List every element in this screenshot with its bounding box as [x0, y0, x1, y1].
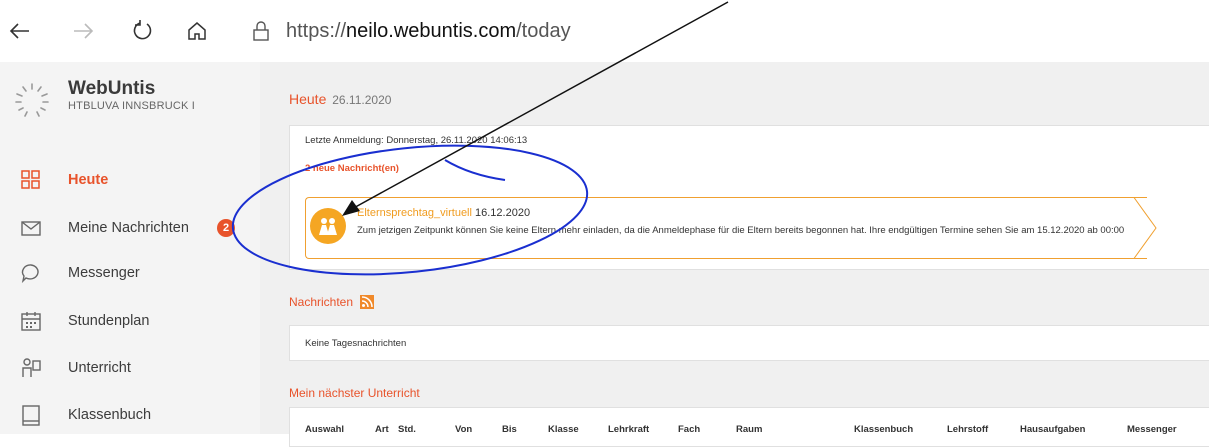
- browser-toolbar: https://neilo.webuntis.com/today: [0, 0, 1209, 62]
- teacher-icon: [22, 358, 41, 377]
- table-header-bis: Bis: [502, 424, 517, 435]
- table-header-fach: Fach: [678, 424, 701, 435]
- news-title: Nachrichten: [289, 295, 375, 309]
- news-title-text: Nachrichten: [289, 295, 354, 309]
- sidebar-item-label: Meine Nachrichten: [68, 220, 189, 236]
- url-prefix: https://: [286, 20, 347, 42]
- notice-title[interactable]: Elternsprechtag_virtuell: [357, 207, 472, 219]
- table-header-auswahl: Auswahl: [305, 424, 345, 435]
- brand-name: WebUntis: [68, 78, 156, 99]
- sidebar-item-heute[interactable]: Heute: [0, 157, 260, 203]
- sidebar-item-label: Unterricht: [68, 360, 131, 376]
- next-lesson-title: Mein nächster Unterricht: [289, 386, 420, 400]
- notice-header: Elternsprechtag_virtuell 16.12.2020: [357, 207, 530, 219]
- parents-meeting-icon: [310, 208, 346, 244]
- page-title-text: Heute: [289, 91, 327, 107]
- lock-icon: [253, 21, 269, 41]
- forward-button[interactable]: [70, 18, 96, 44]
- sidebar-item-messenger[interactable]: Messenger: [0, 250, 260, 296]
- address-bar[interactable]: https://neilo.webuntis.com/today: [286, 20, 571, 43]
- sidebar-item-stundenplan[interactable]: Stundenplan: [0, 298, 260, 344]
- table-header-std: Std.: [398, 424, 416, 435]
- page-title: Heute 26.11.2020: [289, 91, 391, 107]
- back-arrow-icon: [9, 23, 29, 39]
- back-button[interactable]: [7, 18, 33, 44]
- url-path: /today: [516, 20, 571, 42]
- sidebar-item-meine-nachrichten[interactable]: Meine Nachrichten 2: [0, 205, 260, 251]
- lock-button[interactable]: [248, 18, 274, 44]
- unread-badge: 2: [217, 219, 235, 237]
- calendar-icon: [21, 312, 41, 331]
- home-icon: [188, 22, 206, 40]
- last-login-text: Letzte Anmeldung: Donnerstag, 26.11.2020…: [305, 135, 528, 146]
- table-header-klassenbuch: Klassenbuch: [854, 424, 914, 435]
- news-panel: [289, 325, 1209, 361]
- sidebar-item-label: Klassenbuch: [68, 407, 152, 423]
- reload-icon: [133, 20, 152, 40]
- table-header-messenger: Messenger: [1127, 424, 1177, 435]
- table-header-art: Art: [375, 424, 389, 435]
- forward-arrow-icon: [74, 23, 94, 39]
- book-icon: [22, 405, 40, 426]
- webuntis-logo-icon: [15, 83, 49, 117]
- sidebar-item-label: Stundenplan: [68, 313, 150, 329]
- url-host: neilo.webuntis.com: [346, 20, 517, 42]
- chat-bubble-icon: [21, 264, 39, 284]
- sidebar-item-label: Messenger: [68, 265, 140, 281]
- table-header-lehrstoff: Lehrstoff: [947, 424, 989, 435]
- table-header-klasse: Klasse: [548, 424, 579, 435]
- sidebar-item-label: Heute: [68, 172, 109, 188]
- notice-date: 16.12.2020: [475, 207, 531, 219]
- new-messages-link[interactable]: 2 neue Nachricht(en): [305, 163, 399, 174]
- rss-icon[interactable]: [360, 295, 375, 309]
- home-button[interactable]: [184, 18, 210, 44]
- table-header-raum: Raum: [736, 424, 763, 435]
- table-header-lehrkraft: Lehrkraft: [608, 424, 650, 435]
- mail-icon: [21, 221, 41, 236]
- reload-button[interactable]: [130, 18, 156, 44]
- table-header-von: Von: [455, 424, 473, 435]
- notice-body: Zum jetzigen Zeitpunkt können Sie keine …: [357, 225, 1125, 236]
- table-header-hausaufgaben: Hausaufgaben: [1020, 424, 1086, 435]
- news-empty-text: Keine Tagesnachrichten: [305, 338, 407, 349]
- sidebar-item-unterricht[interactable]: Unterricht: [0, 345, 260, 391]
- dashboard-icon: [21, 170, 40, 189]
- sidebar-item-klassenbuch[interactable]: Klassenbuch: [0, 392, 260, 438]
- page-date: 26.11.2020: [332, 93, 392, 107]
- school-name: HTBLUVA INNSBRUCK I: [68, 100, 196, 112]
